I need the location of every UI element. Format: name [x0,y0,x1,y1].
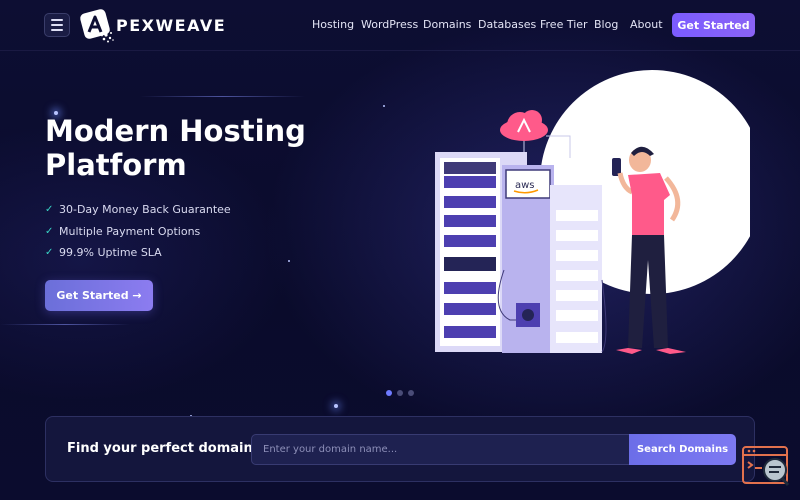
check-icon: ✓ [45,225,54,237]
nav-link-blog[interactable]: Blog [594,18,618,31]
nav-link-databases[interactable]: Databases [478,18,536,31]
hero-illustration: aws [420,70,764,370]
feature-text: 30-Day Money Back Guarantee [59,203,231,217]
chat-support-icon[interactable] [742,446,790,488]
domain-search-input[interactable] [251,434,631,465]
slider-dot[interactable] [397,390,403,396]
slider-dot[interactable] [408,390,414,396]
logo-icon [76,6,116,44]
check-icon: ✓ [45,247,54,259]
feature-item: ✓ Multiple Payment Options [45,221,231,243]
feature-item: ✓ 99.9% Uptime SLA [45,242,231,264]
search-domains-button[interactable]: Search Domains [629,434,736,465]
nav-divider [0,50,800,51]
decorative-star [334,404,338,408]
hero-slider-dots [386,390,414,396]
nav-link-hosting[interactable]: Hosting [312,18,354,31]
hero-title: Modern Hosting Platform [45,114,375,182]
domain-search-label: Find your perfect domain [67,441,253,456]
menu-toggle-button[interactable] [44,13,70,37]
decorative-streak [0,324,130,325]
brand-name: PEXWEAVE [116,15,227,35]
nav-link-about[interactable]: About [630,18,663,31]
check-icon: ✓ [45,204,54,216]
cloud-icon [500,110,548,141]
decorative-streak [140,96,305,97]
decorative-star [288,260,290,262]
feature-item: ✓ 30-Day Money Back Guarantee [45,199,231,221]
hero-title-line1: Modern Hosting [45,114,306,148]
slider-dot[interactable] [386,390,392,396]
hero-feature-list: ✓ 30-Day Money Back Guarantee ✓ Multiple… [45,199,231,264]
domain-search-panel: Find your perfect domain Search Domains [45,416,755,482]
brand-logo[interactable]: PEXWEAVE [76,6,226,44]
nav-link-free-tier[interactable]: Free Tier [540,18,588,31]
feature-text: 99.9% Uptime SLA [59,246,162,260]
top-navigation: PEXWEAVE Hosting WordPress Domains Datab… [0,0,800,50]
menu-icon [51,29,63,31]
nav-link-wordpress[interactable]: WordPress [361,18,418,31]
feature-text: Multiple Payment Options [59,224,201,238]
nav-get-started-button[interactable]: Get Started [672,13,755,37]
menu-icon [51,24,63,26]
decorative-star [383,105,385,107]
menu-icon [51,19,63,21]
hero-get-started-button[interactable]: Get Started → [45,280,153,311]
hero-title-line2: Platform [45,148,187,182]
nav-link-domains[interactable]: Domains [423,18,471,31]
svg-text:aws: aws [515,180,535,191]
